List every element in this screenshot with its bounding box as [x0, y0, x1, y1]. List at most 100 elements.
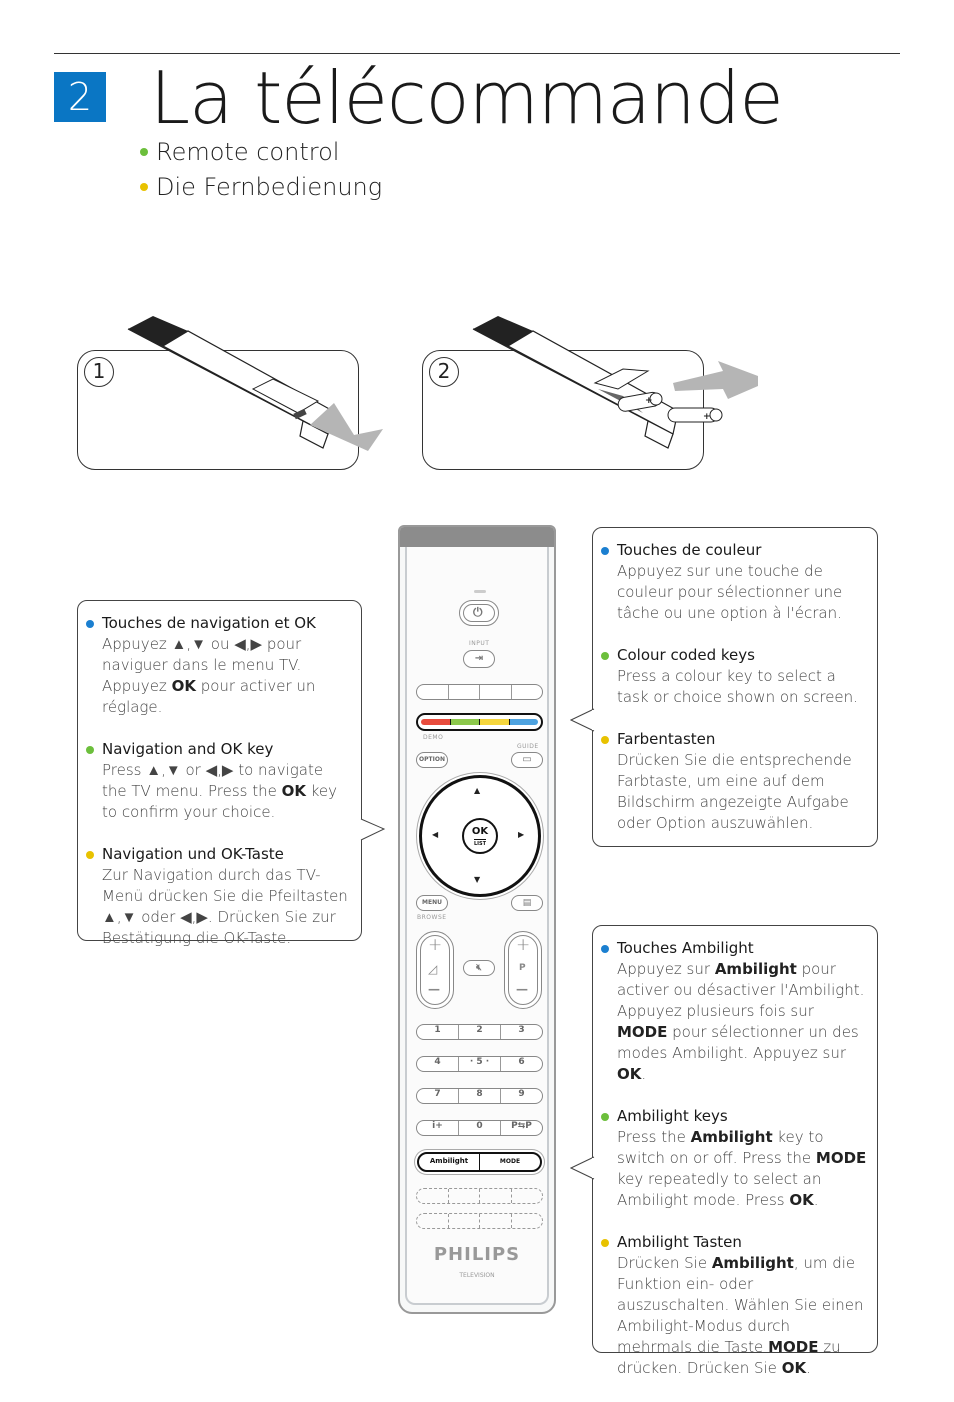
key-7[interactable]: 7: [417, 1089, 459, 1103]
item-body: Appuyez sur une touche de couleur pour s…: [617, 562, 843, 622]
key-8[interactable]: 8: [459, 1089, 501, 1103]
green-key[interactable]: [450, 719, 480, 725]
previous-channel-key[interactable]: P⇆P: [501, 1121, 542, 1135]
page-title: La télécommande: [150, 56, 784, 140]
brand-logo: PHILIPS: [433, 1244, 521, 1265]
item-title: Navigation und OK-Taste: [102, 845, 284, 863]
volume-up-icon[interactable]: +: [428, 935, 442, 955]
option-label: OPTION: [419, 756, 445, 763]
remote-top-band: [400, 527, 554, 547]
battery-step-2-panel: + + 2: [422, 316, 758, 470]
up-arrow-icon[interactable]: ▲: [474, 786, 480, 795]
mute-icon: 🔇︎: [476, 963, 482, 973]
channel-down-icon[interactable]: —: [516, 982, 528, 996]
key-3[interactable]: 3: [501, 1025, 542, 1039]
volume-rocker[interactable]: + ◿ —: [416, 931, 454, 1009]
step-number: 2: [429, 357, 459, 387]
subtitle-german: Die Fernbedienung: [140, 173, 382, 201]
item-body: Press the Ambilight key to switch on or …: [617, 1128, 867, 1209]
channel-up-icon[interactable]: +: [516, 935, 530, 955]
mute-button[interactable]: 🔇︎: [463, 960, 495, 976]
green-bullet-icon: [601, 1113, 609, 1121]
yellow-bullet-icon: [86, 851, 94, 859]
ambilight-row: Ambilight MODE: [417, 1152, 542, 1172]
numpad-row: 1 2 3: [416, 1024, 543, 1040]
teletext-icon: ▤: [522, 898, 532, 908]
option-button[interactable]: OPTION: [416, 752, 448, 768]
right-arrow-icon[interactable]: ▶: [518, 830, 524, 839]
callout-item-en: Colour coded keys Press a colour key to …: [601, 645, 867, 708]
down-arrow-icon[interactable]: ▼: [474, 875, 480, 884]
power-button[interactable]: ⏻: [459, 600, 499, 626]
yellow-key[interactable]: [480, 719, 510, 725]
info-key[interactable]: i+: [417, 1121, 459, 1135]
volume-down-icon[interactable]: —: [428, 982, 440, 996]
colour-keys[interactable]: [416, 713, 543, 731]
callout-pointer-left: [570, 708, 595, 732]
book-icon: ▭: [522, 754, 532, 765]
subtitle-english: Remote control: [140, 138, 339, 166]
callout-pointer-right: [360, 818, 386, 841]
callout-item-de: Ambilight Tasten Drücken Sie Ambilight, …: [601, 1232, 867, 1379]
guide-button[interactable]: ▭: [511, 752, 543, 768]
brand-subtitle: TELEVISION: [459, 1272, 495, 1279]
blue-bullet-icon: [86, 620, 94, 628]
ambilight-button[interactable]: Ambilight: [419, 1154, 480, 1170]
channel-rocker[interactable]: + P —: [504, 931, 542, 1009]
item-title: Farbentasten: [617, 730, 716, 748]
key-5[interactable]: · 5 ·: [459, 1057, 501, 1071]
menu-label: MENU: [422, 899, 442, 906]
key-1[interactable]: 1: [417, 1025, 459, 1039]
teletext-button[interactable]: ▤: [511, 895, 543, 911]
callout-item-de: Farbentasten Drücken Sie die entsprechen…: [601, 729, 867, 834]
navigation-ring[interactable]: ▲ ▼ ◀ ▶ OK LIST: [419, 775, 541, 897]
ok-button[interactable]: OK LIST: [462, 818, 498, 854]
ambilight-keys-callout: Touches Ambilight Appuyez sur Ambilight …: [592, 925, 878, 1377]
red-key[interactable]: [421, 719, 451, 725]
chapter-number-badge: 2: [54, 72, 106, 122]
green-bullet-icon: [86, 746, 94, 754]
browse-label: BROWSE: [417, 914, 447, 921]
item-body: Appuyez ▲,▼ ou ◀,▶ pour naviguer dans le…: [102, 635, 316, 716]
item-body: Press a colour key to select a task or c…: [617, 667, 858, 706]
led-indicator: [474, 590, 486, 593]
optional-button-row: [416, 1213, 543, 1229]
callout-item-en: Navigation and OK key Press ▲,▼ or ◀,▶ t…: [86, 739, 351, 823]
input-button[interactable]: ⇥: [463, 650, 495, 668]
numpad-row: i+ 0 P⇆P: [416, 1120, 543, 1136]
top-button-row[interactable]: [416, 684, 543, 700]
key-9[interactable]: 9: [501, 1089, 542, 1103]
yellow-bullet-icon: [140, 183, 148, 191]
key-0[interactable]: 0: [459, 1121, 501, 1135]
remote-cover-open-illustration: [127, 316, 383, 451]
callout-item-fr: Touches Ambilight Appuyez sur Ambilight …: [601, 938, 867, 1085]
item-body: Press ▲,▼ or ◀,▶ to navigate the TV menu…: [102, 761, 338, 821]
key-4[interactable]: 4: [417, 1057, 459, 1071]
yellow-bullet-icon: [601, 1239, 609, 1247]
green-bullet-icon: [140, 148, 148, 156]
subtitle-text: Remote control: [156, 138, 340, 166]
power-icon: ⏻: [473, 605, 483, 619]
numpad-row: 4 · 5 · 6: [416, 1056, 543, 1072]
volume-icon: ◿: [428, 962, 438, 976]
mode-button[interactable]: MODE: [480, 1154, 540, 1170]
channel-label: P: [519, 963, 526, 973]
svg-text:+: +: [645, 396, 653, 406]
callout-item-fr: Touches de navigation et OK Appuyez ▲,▼ …: [86, 613, 351, 718]
left-arrow-icon[interactable]: ◀: [432, 830, 438, 839]
remote-control-illustration: ⏻ INPUT ⇥ DEMO GUIDE OPTION ▭ ▲ ▼ ◀ ▶ OK…: [398, 525, 556, 1314]
menu-button[interactable]: MENU: [416, 895, 448, 911]
key-2[interactable]: 2: [459, 1025, 501, 1039]
guide-label: GUIDE: [517, 743, 539, 750]
navigation-keys-callout: Touches de navigation et OK Appuyez ▲,▼ …: [77, 600, 362, 947]
item-title: Ambilight keys: [617, 1107, 728, 1125]
item-title: Touches de navigation et OK: [102, 614, 316, 632]
item-body: Drücken Sie die entsprechende Farbtaste,…: [617, 751, 852, 832]
input-label: INPUT: [469, 640, 490, 647]
blue-bullet-icon: [601, 547, 609, 555]
item-title: Ambilight Tasten: [617, 1233, 742, 1251]
blue-key[interactable]: [509, 719, 538, 725]
green-bullet-icon: [601, 652, 609, 660]
optional-button-row: [416, 1188, 543, 1204]
key-6[interactable]: 6: [501, 1057, 542, 1071]
